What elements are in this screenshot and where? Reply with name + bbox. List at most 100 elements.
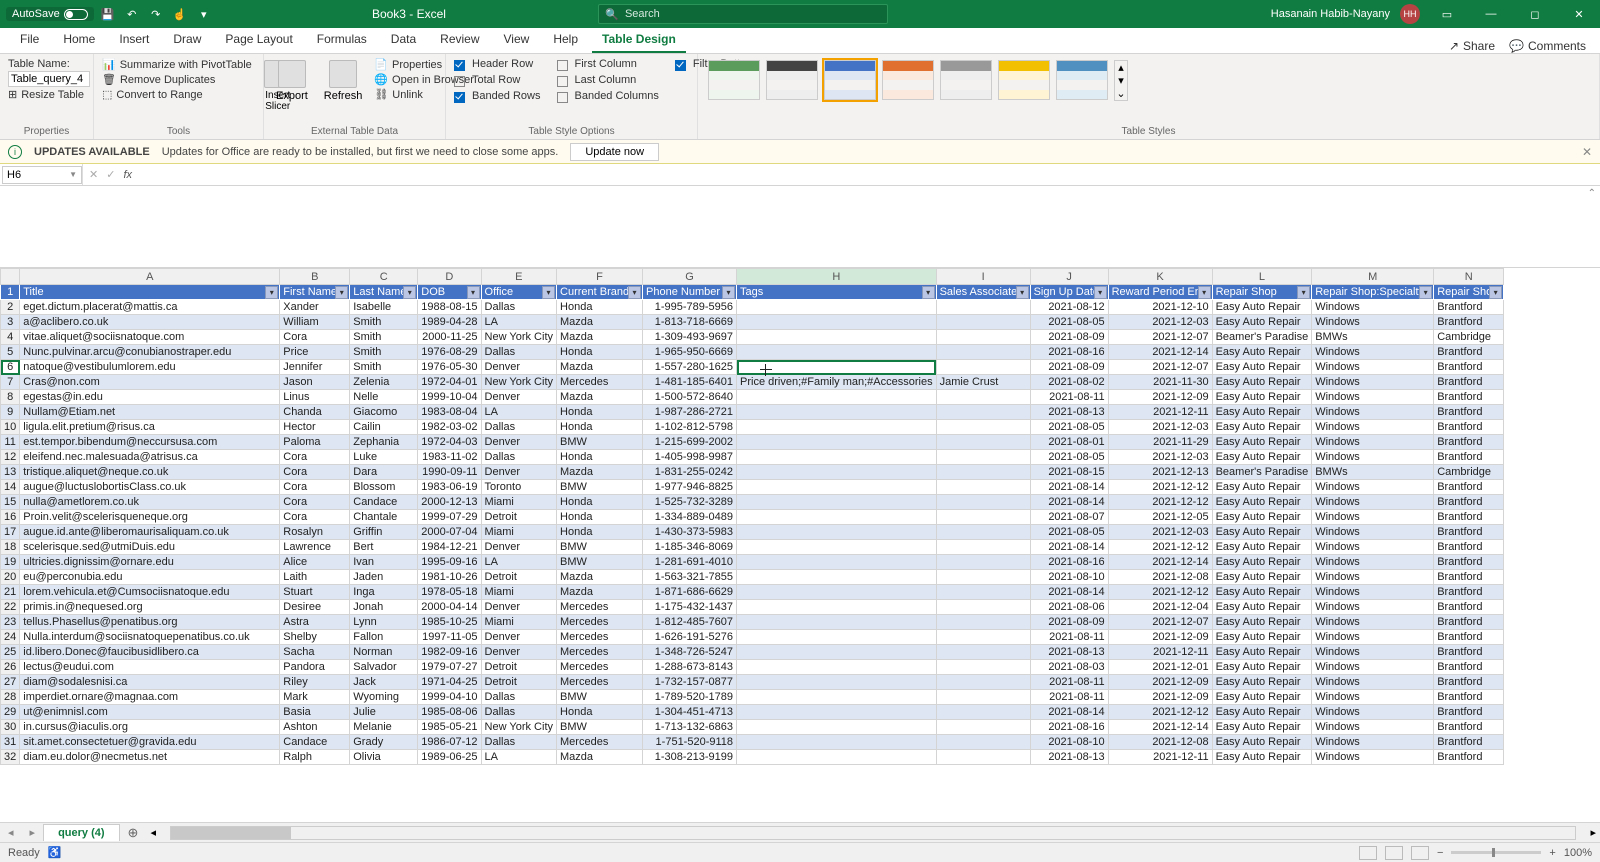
cell[interactable]: BMW [557,720,643,735]
cell[interactable]: Hector [280,420,350,435]
cell[interactable]: Miami [481,585,556,600]
cell[interactable]: Brantford [1434,390,1504,405]
cell[interactable]: 1-175-432-1437 [643,600,737,615]
cell[interactable]: Windows [1312,750,1434,765]
cell[interactable]: Brantford [1434,405,1504,420]
cell[interactable]: Brantford [1434,345,1504,360]
row-header[interactable]: 12 [1,450,20,465]
cell[interactable]: Brantford [1434,315,1504,330]
cell[interactable]: 1997-11-05 [418,630,481,645]
cell[interactable]: 2021-12-03 [1108,420,1212,435]
zoom-level[interactable]: 100% [1564,847,1592,859]
cell[interactable] [936,540,1030,555]
cell[interactable]: Brantford [1434,435,1504,450]
cell[interactable]: 2021-08-09 [1030,615,1108,630]
cell[interactable]: Cora [280,465,350,480]
table-header-cell[interactable]: Repair Shop▾ [1212,285,1312,300]
cell[interactable]: 1-812-485-7607 [643,615,737,630]
column-header[interactable]: L [1212,269,1312,285]
cell[interactable] [936,345,1030,360]
cell[interactable]: 1976-05-30 [418,360,481,375]
cell[interactable]: 2021-11-29 [1108,435,1212,450]
cell[interactable]: 2021-08-09 [1030,360,1108,375]
cell[interactable]: 1999-07-29 [418,510,481,525]
cell[interactable] [936,465,1030,480]
cell[interactable]: Detroit [481,675,556,690]
cell[interactable]: 2021-12-11 [1108,645,1212,660]
cell[interactable]: Honda [557,525,643,540]
cell[interactable]: 2021-12-07 [1108,330,1212,345]
cell[interactable] [936,705,1030,720]
cell[interactable]: Miami [481,525,556,540]
cell[interactable]: 1979-07-27 [418,660,481,675]
autosave-toggle[interactable]: AutoSave [6,7,94,21]
cell[interactable]: vitae.aliquet@sociisnatoque.com [20,330,280,345]
banded-rows-checkbox[interactable]: Banded Rows [454,90,541,102]
cell[interactable]: Dallas [481,420,556,435]
row-header[interactable]: 26 [1,660,20,675]
cell[interactable]: Jennifer [280,360,350,375]
cell[interactable]: Brantford [1434,720,1504,735]
cell[interactable]: Windows [1312,390,1434,405]
cell[interactable]: 2021-08-03 [1030,660,1108,675]
cell[interactable]: 2021-12-09 [1108,675,1212,690]
row-header[interactable]: 24 [1,630,20,645]
filter-dropdown-icon[interactable]: ▾ [1016,286,1029,299]
cell[interactable]: eleifend.nec.malesuada@atrisus.ca [20,450,280,465]
column-header[interactable]: K [1108,269,1212,285]
cell[interactable]: Honda [557,705,643,720]
cell[interactable]: 2021-12-12 [1108,705,1212,720]
cell[interactable]: Dara [350,465,418,480]
cell[interactable]: ultricies.dignissim@ornare.edu [20,555,280,570]
convert-to-range-button[interactable]: ⬚ Convert to Range [102,88,252,101]
cell[interactable]: 2021-12-03 [1108,525,1212,540]
cell[interactable]: Blossom [350,480,418,495]
cell[interactable]: 1-987-286-2721 [643,405,737,420]
cell[interactable]: Inga [350,585,418,600]
cell[interactable]: 2021-08-14 [1030,540,1108,555]
tab-file[interactable]: File [10,28,49,53]
cell[interactable]: Jack [350,675,418,690]
cell[interactable]: egestas@in.edu [20,390,280,405]
cell[interactable]: Cora [280,330,350,345]
cell[interactable] [936,480,1030,495]
cell[interactable]: 1983-06-19 [418,480,481,495]
cell[interactable] [737,540,937,555]
cell[interactable]: Toronto [481,480,556,495]
cell[interactable]: 2021-08-14 [1030,705,1108,720]
cell[interactable]: Easy Auto Repair [1212,435,1312,450]
row-header[interactable]: 22 [1,600,20,615]
filter-dropdown-icon[interactable]: ▾ [1297,286,1310,299]
cell[interactable]: Brantford [1434,675,1504,690]
cell[interactable]: Cora [280,480,350,495]
row-header[interactable]: 2 [1,300,20,315]
cell[interactable]: 2021-08-02 [1030,375,1108,390]
cell[interactable]: 1989-04-28 [418,315,481,330]
cell[interactable]: 1981-10-26 [418,570,481,585]
row-header[interactable]: 23 [1,615,20,630]
cell[interactable] [936,315,1030,330]
search-box[interactable]: 🔍 Search [598,4,888,24]
cell[interactable]: 2021-08-14 [1030,480,1108,495]
cell[interactable]: Mercedes [557,675,643,690]
cell[interactable] [936,585,1030,600]
cell[interactable]: 1-215-699-2002 [643,435,737,450]
row-header[interactable]: 18 [1,540,20,555]
cell[interactable] [737,735,937,750]
cell[interactable]: BMW [557,540,643,555]
cell[interactable]: Dallas [481,705,556,720]
tab-help[interactable]: Help [543,28,588,53]
column-header[interactable]: N [1434,269,1504,285]
cell[interactable]: Easy Auto Repair [1212,690,1312,705]
cell[interactable]: Chantale [350,510,418,525]
cell[interactable]: Price [280,345,350,360]
cell[interactable]: Nullam@Etiam.net [20,405,280,420]
cell[interactable]: 1990-09-11 [418,465,481,480]
cell[interactable]: 2021-08-14 [1030,585,1108,600]
row-header[interactable]: 7 [1,375,20,390]
cell[interactable]: 1-525-732-3289 [643,495,737,510]
cell[interactable]: Basia [280,705,350,720]
cell[interactable]: Windows [1312,510,1434,525]
tab-table-design[interactable]: Table Design [592,28,686,53]
table-header-cell[interactable]: Current Brand▾ [557,285,643,300]
